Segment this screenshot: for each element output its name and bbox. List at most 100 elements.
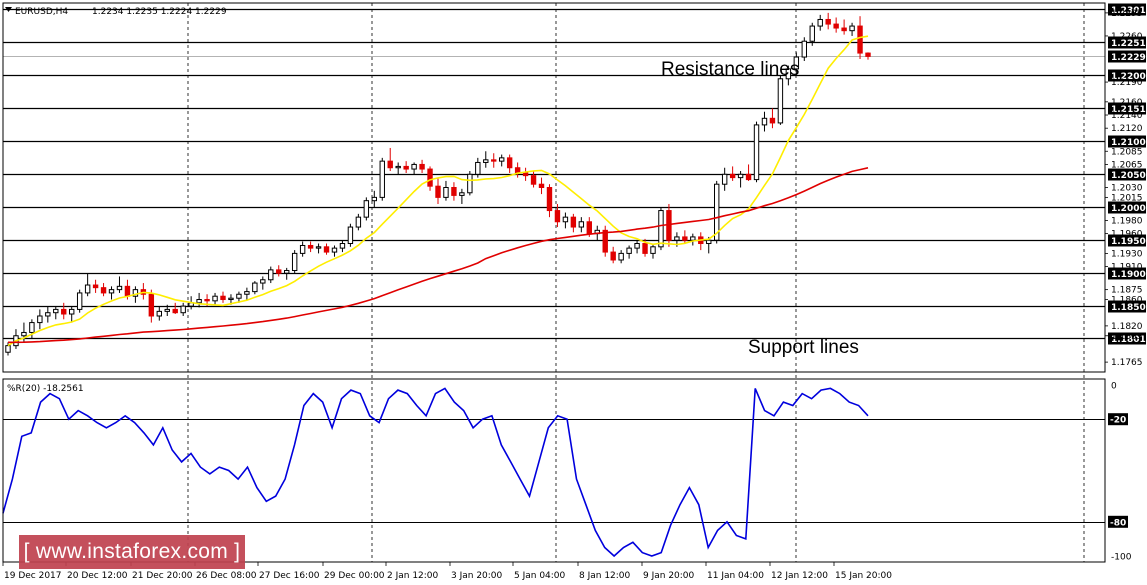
- candle-body: [443, 187, 449, 198]
- candle-body: [658, 210, 664, 248]
- watermark: [ www.instaforex.com ]: [19, 535, 245, 569]
- candle-body: [522, 172, 529, 177]
- candle-body: [475, 161, 481, 175]
- candle-body: [252, 282, 258, 293]
- candle-body: [546, 187, 553, 212]
- candle-body: [37, 315, 43, 324]
- candle-body: [395, 165, 401, 169]
- candle-body: [761, 117, 768, 126]
- candle-body: [379, 160, 385, 198]
- candle-body: [92, 284, 99, 289]
- resistance-annotation: Resistance lines: [661, 59, 799, 80]
- time-tick-label: 5 Jan 04:00: [514, 571, 566, 581]
- indicator-level-label: -20: [1110, 416, 1126, 426]
- indicator-title: %R(20) -18.2561: [7, 384, 84, 394]
- candle-body: [753, 124, 760, 181]
- candle-body: [849, 25, 855, 32]
- candle-body: [642, 243, 648, 254]
- candle-body: [148, 293, 155, 317]
- candle-body: [690, 236, 696, 241]
- candle-body: [220, 295, 226, 301]
- williams-r-line: [2, 387, 869, 558]
- candle-body: [745, 173, 752, 181]
- price-tick-label: 1.2190: [1111, 78, 1143, 88]
- time-tick-label: 2 Jan 12:00: [387, 571, 439, 581]
- candle-body: [459, 192, 465, 196]
- time-tick-label: 20 Dec 12:00: [67, 571, 128, 581]
- candle-body: [347, 226, 354, 245]
- ohlc-readout: 1.2234 1.2235 1.2224 1.2229: [92, 7, 227, 17]
- candle-body: [69, 308, 75, 315]
- candle-body: [570, 216, 577, 228]
- candle-body: [331, 247, 338, 253]
- level-badge-label: 1.2000: [1111, 204, 1146, 214]
- price-tick-label: 1.1805: [1111, 332, 1143, 342]
- price-tick-label: 1.2030: [1111, 184, 1143, 194]
- price-tick-label: 1.1820: [1111, 322, 1143, 332]
- price-tick-label: 1.2295: [1111, 9, 1143, 19]
- candle-body: [419, 163, 425, 170]
- candle-body: [156, 310, 162, 317]
- candle-body: [538, 183, 545, 188]
- symbol-label: EURUSD,H4: [15, 7, 68, 17]
- candle-body: [857, 25, 863, 54]
- candle-body: [45, 312, 51, 317]
- price-tick-label: 1.2065: [1111, 160, 1143, 170]
- candle-body: [212, 295, 218, 302]
- candle-body: [769, 117, 776, 124]
- chart-canvas: 1.23011.22511.22001.21511.21001.20501.20…: [2, 2, 1146, 581]
- candle-body: [355, 216, 362, 228]
- candle-body: [801, 40, 807, 58]
- candle-body: [809, 25, 815, 42]
- chart-header: EURUSD,H4 1.2234 1.2235 1.2224 1.2229: [5, 7, 227, 17]
- time-tick-label: 27 Dec 16:00: [259, 571, 320, 581]
- candle-body: [204, 299, 210, 302]
- price-tick-label: 1.2140: [1111, 111, 1143, 121]
- candle-body: [164, 308, 170, 312]
- candle-body: [491, 159, 497, 162]
- candle-body: [260, 279, 266, 284]
- candle-body: [403, 165, 409, 170]
- candle-body: [29, 322, 35, 333]
- candle-body: [411, 163, 417, 170]
- candle-body: [196, 299, 202, 304]
- candle-body: [339, 243, 346, 249]
- candle-body: [530, 175, 537, 185]
- candle-body: [84, 284, 91, 294]
- candle-body: [435, 185, 441, 198]
- candle-body: [729, 173, 736, 179]
- candle-body: [777, 78, 784, 124]
- candle-body: [61, 308, 67, 315]
- candle-body: [833, 23, 839, 29]
- time-tick-label: 29 Dec 00:00: [324, 571, 385, 581]
- candle-body: [618, 252, 624, 261]
- price-tick-label: 1.2015: [1111, 193, 1143, 203]
- candle-body: [307, 244, 314, 249]
- support-annotation: Support lines: [748, 337, 859, 358]
- price-tick-label: 1.2160: [1111, 98, 1143, 108]
- candle-body: [172, 308, 178, 314]
- candle-body: [76, 292, 83, 310]
- horizontal-levels: [3, 8, 1105, 340]
- indicator-level-label: -80: [1110, 518, 1126, 528]
- candle-body: [682, 236, 688, 241]
- candle-body: [674, 236, 680, 241]
- candle-body: [467, 173, 473, 194]
- candle-body: [626, 247, 632, 254]
- candle-body: [371, 196, 377, 202]
- indicator-tick-label: 0: [1111, 382, 1117, 392]
- candle-body: [427, 168, 433, 187]
- price-tick-label: 1.1930: [1111, 249, 1143, 259]
- candle-body: [865, 52, 871, 57]
- price-tick-label: 1.2085: [1111, 147, 1143, 157]
- candle-body: [291, 252, 298, 272]
- price-tick-label: 1.2120: [1111, 124, 1143, 134]
- candle-body: [53, 308, 59, 314]
- time-tick-label: 15 Jan 20:00: [835, 571, 892, 581]
- price-axis: 1.23011.22511.22001.21511.21001.20501.20…: [1105, 3, 1146, 368]
- candle-body: [721, 173, 728, 185]
- candle-body: [817, 18, 823, 27]
- candle-body: [602, 229, 608, 253]
- time-tick-label: 9 Jan 20:00: [643, 571, 695, 581]
- vertical-grid: [187, 3, 1085, 562]
